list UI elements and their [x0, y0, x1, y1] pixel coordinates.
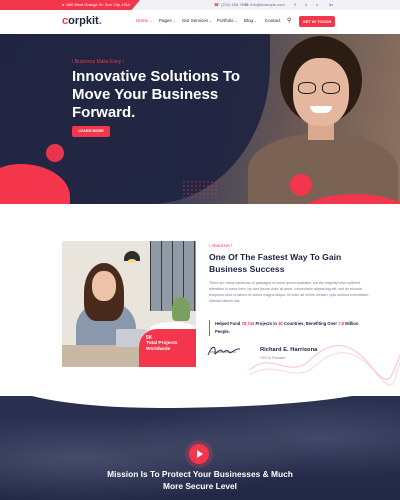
location-pin-icon: ●	[62, 2, 65, 7]
plant-icon	[172, 297, 190, 321]
chevron-down-icon: ⌄	[149, 19, 152, 23]
hero-eyebrow: \ Business Make Easy \	[72, 59, 124, 65]
nav-item-contact[interactable]: Contact	[265, 18, 281, 23]
site-header: corpkit. Home⌄ Pages⌄ Our Services⌄ Port…	[0, 10, 400, 34]
ceo-name: Richard E. Harrisona	[260, 347, 318, 353]
nav-item-blog[interactable]: Blog⌄	[244, 18, 257, 23]
stat-label: Total Projects Worldwide	[146, 341, 178, 352]
chevron-down-icon: ⌄	[172, 19, 176, 23]
hero-dot-pattern	[182, 180, 218, 198]
ceo-signature	[207, 346, 241, 356]
play-video-button[interactable]	[189, 444, 209, 464]
nav-item-pages[interactable]: Pages⌄	[159, 18, 176, 23]
hero-decor-circle	[46, 144, 64, 162]
projects-stat-card: 5K Total Projects Worldwide	[139, 329, 196, 367]
search-icon[interactable]: ⚲	[287, 17, 291, 24]
get-in-touch-button[interactable]: GET IN TOUCH	[299, 16, 335, 27]
nav-item-portfolio[interactable]: Portfolio⌄	[217, 18, 237, 23]
hero-decor-circle	[290, 174, 312, 196]
facebook-icon[interactable]: f	[291, 1, 299, 9]
mission-title: Mission Is To Protect Your Businesses & …	[107, 469, 293, 491]
ceo-role: CEO & Founder	[260, 356, 285, 360]
topbar-phone[interactable]: ☎ (232) 456-7890	[214, 2, 248, 7]
learn-more-button[interactable]: LEARN MORE	[72, 126, 110, 137]
chevron-down-icon: ⌄	[234, 19, 238, 23]
nav-item-our-services[interactable]: Our Services⌄	[182, 18, 212, 23]
about-eyebrow: \ About Us \	[209, 243, 233, 248]
logo-dot: .	[98, 15, 102, 27]
nav-item-home[interactable]: Home⌄	[136, 18, 152, 23]
hero-title: Innovative Solutions To Move Your Busine…	[72, 68, 241, 121]
instagram-icon[interactable]: ○	[313, 1, 321, 9]
logo-text: orpkit	[68, 15, 99, 27]
chevron-down-icon: ⌄	[209, 19, 212, 23]
top-bar: ● 680 West Orange St. Sun City, USA ☎ (232…	[0, 0, 400, 10]
play-icon	[197, 450, 203, 458]
site-logo[interactable]: corpkit.	[62, 15, 102, 27]
chevron-down-icon: ⌄	[254, 19, 257, 23]
about-title: One Of The Fastest Way To Gain Business …	[209, 252, 342, 274]
about-body-text: There are many variations of passages of…	[209, 281, 369, 304]
linkedin-icon[interactable]: in	[327, 1, 335, 9]
twitter-icon[interactable]: t	[302, 1, 310, 9]
about-decor-wave	[250, 345, 400, 386]
hero-slider: \ Business Make Easy \ Innovative Soluti…	[0, 34, 400, 204]
phone-icon: ☎	[214, 2, 219, 7]
mail-icon: ✉	[245, 2, 249, 7]
topbar-email[interactable]: ✉ info@example.com	[245, 2, 285, 7]
topbar-address: ● 680 West Orange St. Sun City, USA	[62, 2, 131, 7]
